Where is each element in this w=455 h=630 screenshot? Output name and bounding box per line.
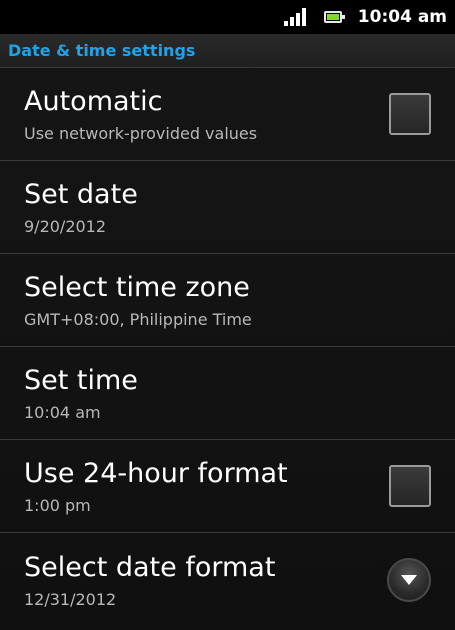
chevron-down-icon bbox=[401, 574, 417, 585]
setting-subtitle: 12/31/2012 bbox=[24, 589, 117, 609]
setting-subtitle: GMT+08:00, Philippine Time bbox=[24, 310, 252, 329]
24-hour-checkbox[interactable] bbox=[389, 465, 431, 507]
setting-time-zone[interactable]: Select time zone GMT+08:00, Philippine T… bbox=[0, 254, 455, 347]
settings-list: Automatic Use network-provided values Se… bbox=[0, 68, 455, 626]
setting-subtitle: 9/20/2012 bbox=[24, 217, 107, 236]
setting-title: Automatic bbox=[24, 86, 163, 117]
setting-subtitle: 1:00 pm bbox=[24, 496, 91, 515]
page-title: Date & time settings bbox=[8, 41, 196, 60]
automatic-checkbox[interactable] bbox=[389, 93, 431, 135]
setting-date-format[interactable]: Select date format 12/31/2012 bbox=[0, 533, 455, 626]
setting-title: Use 24-hour format bbox=[24, 458, 288, 489]
setting-subtitle: Use network-provided values bbox=[24, 124, 258, 143]
setting-set-time[interactable]: Set time 10:04 am bbox=[0, 347, 455, 440]
battery-icon bbox=[323, 11, 345, 23]
status-clock: 10:04 am bbox=[357, 7, 447, 27]
status-bar: 10:04 am bbox=[0, 0, 455, 34]
setting-set-date[interactable]: Set date 9/20/2012 bbox=[0, 161, 455, 254]
setting-title: Select date format bbox=[24, 551, 276, 583]
title-bar: Date & time settings bbox=[0, 34, 455, 68]
setting-subtitle: 10:04 am bbox=[24, 403, 101, 422]
setting-title: Set date bbox=[24, 179, 138, 210]
signal-icon bbox=[283, 8, 306, 26]
date-format-dropdown-button[interactable] bbox=[387, 557, 431, 602]
setting-automatic[interactable]: Automatic Use network-provided values bbox=[0, 68, 455, 161]
setting-24-hour-format[interactable]: Use 24-hour format 1:00 pm bbox=[0, 440, 455, 533]
setting-title: Select time zone bbox=[24, 272, 250, 303]
setting-title: Set time bbox=[24, 365, 138, 396]
